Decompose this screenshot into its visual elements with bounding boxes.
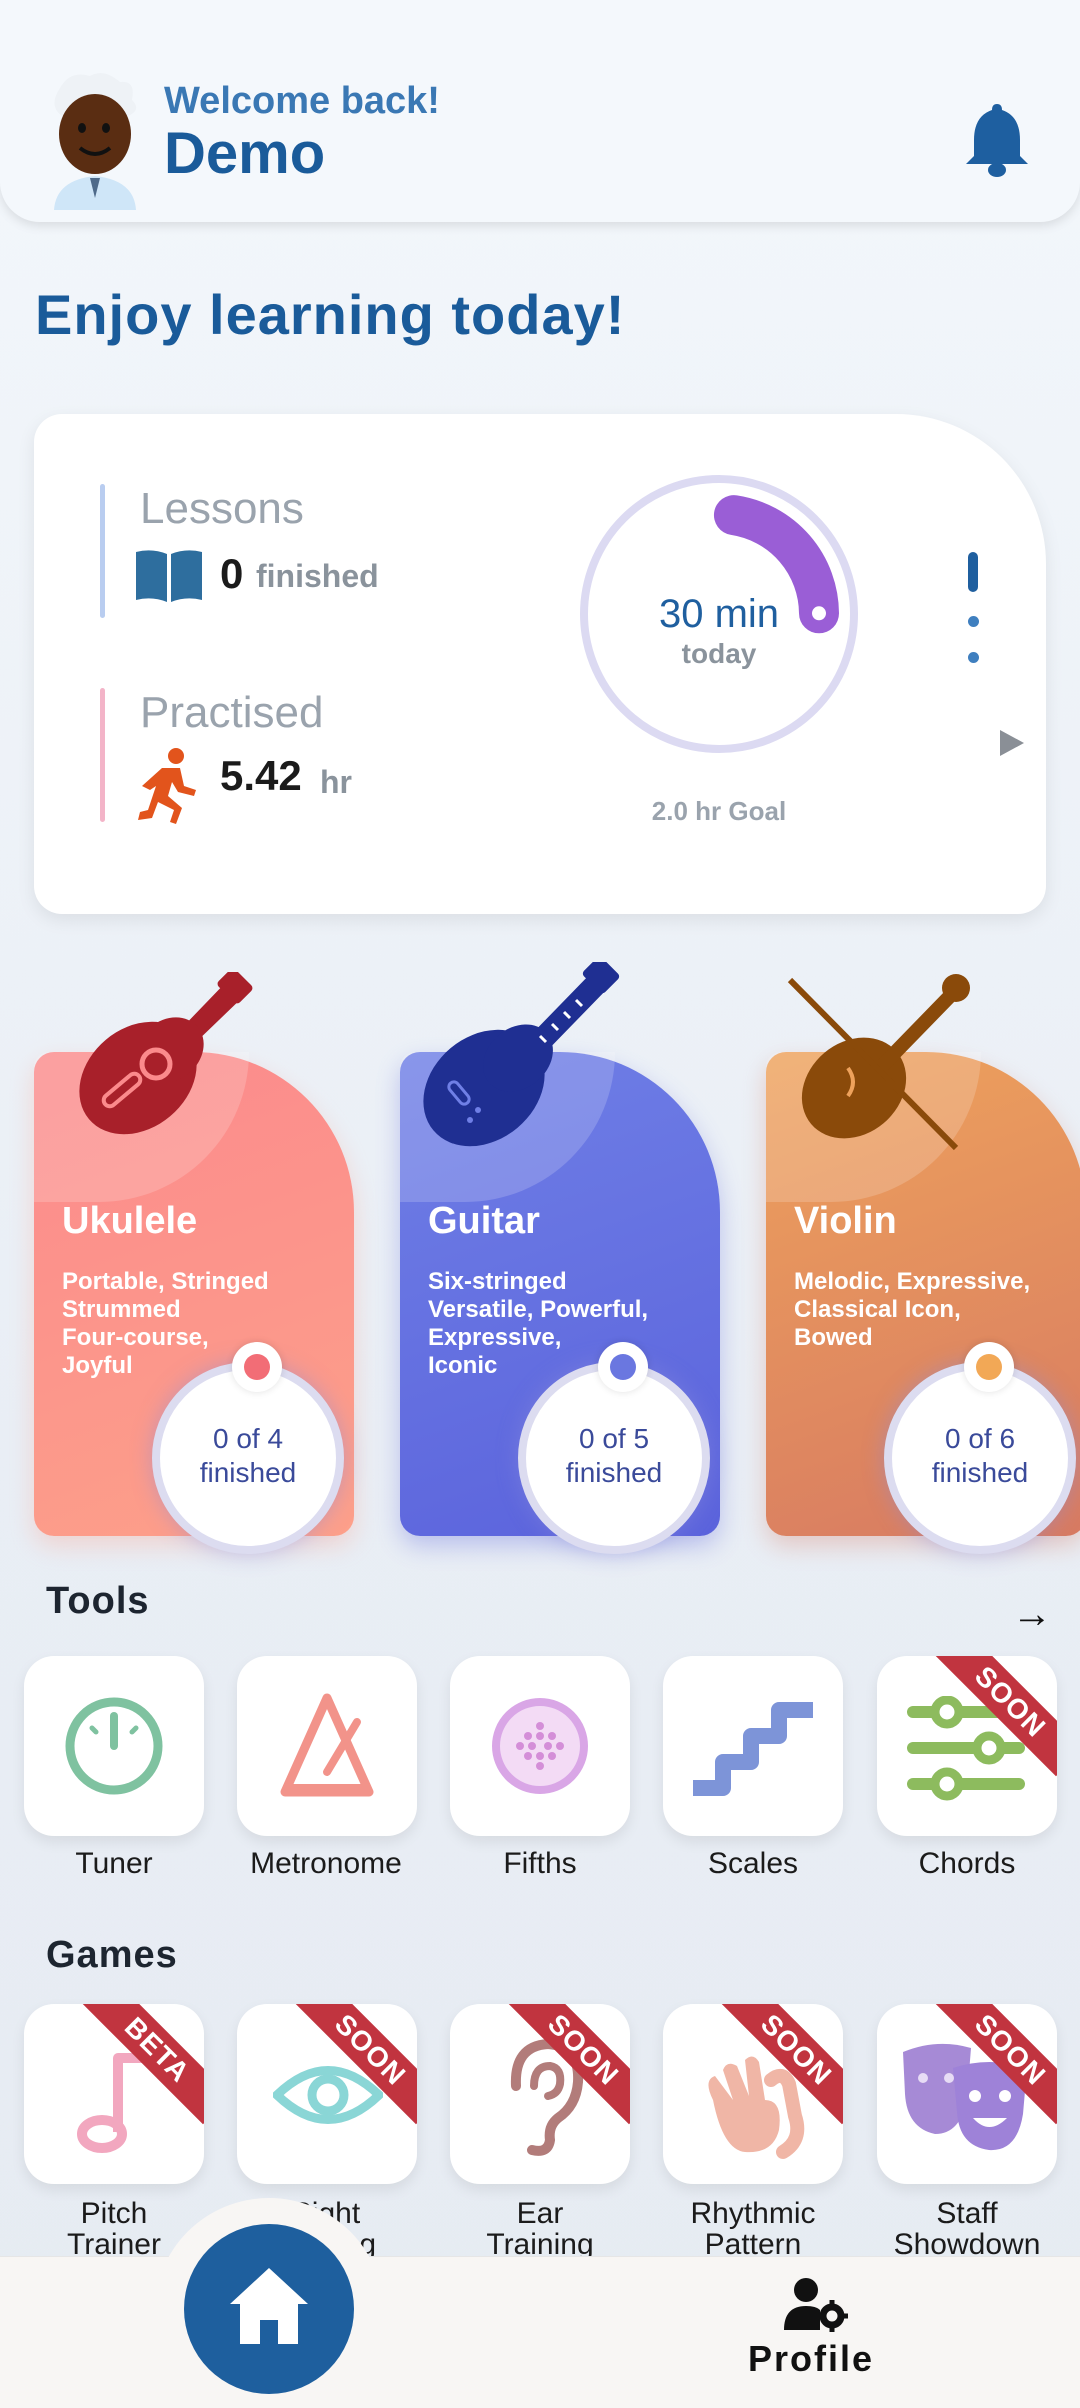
instrument-description: Melodic, Expressive, Classical Icon, Bow… — [794, 1268, 1031, 1351]
ukulele-icon — [79, 972, 253, 1135]
instrument-name: Guitar — [428, 1200, 540, 1242]
fifths-icon — [492, 1698, 588, 1794]
game-tile-staff-showdown[interactable]: SOON — [877, 2004, 1057, 2184]
running-icon — [138, 748, 196, 824]
progress-summary-card: Lessons 0 finished Practised 5.42 hr 30 … — [34, 414, 1046, 914]
lessons-title: Lessons — [140, 484, 304, 533]
game-label-ear-training: Ear Training — [486, 2197, 594, 2261]
tool-label-chords: Chords — [918, 1847, 1016, 1880]
lessons-unit: finished — [256, 558, 379, 594]
game-tile-sight-singing[interactable]: SOON — [237, 2004, 417, 2184]
practised-value: 5.42 — [220, 752, 302, 799]
instrument-name: Ukulele — [62, 1200, 198, 1242]
progress-marker — [232, 1342, 282, 1392]
ring-subtitle: today — [681, 638, 757, 669]
home-button[interactable] — [184, 2224, 354, 2394]
game-label-rhythmic-pattern: Rhythmic Pattern — [690, 2197, 816, 2261]
progress-marker — [598, 1342, 648, 1392]
avatar[interactable] — [40, 70, 150, 210]
user-name: Demo — [164, 121, 326, 186]
bell-icon[interactable] — [962, 100, 1032, 178]
welcome-text: Welcome back! — [164, 80, 440, 122]
metronome-icon — [280, 1693, 374, 1797]
tool-tile-tuner[interactable] — [24, 1656, 204, 1836]
progress-text: 0 of 5 finished — [565, 1423, 663, 1488]
game-tile-rhythmic-pattern[interactable]: SOON — [663, 2004, 843, 2184]
nav-profile-label[interactable]: Profile — [748, 2338, 874, 2380]
game-tile-ear-training[interactable]: SOON — [450, 2004, 630, 2184]
header-bar: Welcome back! Demo — [0, 0, 1080, 222]
ring-minutes: 30 min — [658, 592, 780, 636]
tool-label-scales: Scales — [707, 1847, 799, 1880]
tool-tile-chords[interactable]: SOON — [877, 1656, 1057, 1836]
progress-marker — [964, 1342, 1014, 1392]
practised-unit: hr — [320, 764, 352, 800]
tool-tile-fifths[interactable] — [450, 1656, 630, 1836]
lessons-accent-bar — [100, 484, 105, 618]
tools-see-all-arrow[interactable]: → — [1012, 1592, 1052, 1637]
goal-text: 2.0 hr Goal — [651, 796, 787, 826]
user-settings-icon[interactable] — [782, 2276, 848, 2332]
instrument-card-violin[interactable]: Violin Melodic, Expressive, Classical Ic… — [766, 974, 1080, 1554]
practised-title: Practised — [140, 688, 324, 737]
game-label-staff-showdown: Staff Showdown — [893, 2197, 1041, 2261]
page-title: Enjoy learning today! — [35, 283, 626, 346]
tuner-icon — [65, 1697, 163, 1795]
tool-tile-scales[interactable] — [663, 1656, 843, 1836]
instrument-description: Portable, Stringed Strummed Four-course,… — [62, 1268, 269, 1379]
practised-accent-bar — [100, 688, 105, 822]
tool-label-tuner: Tuner — [75, 1847, 153, 1880]
instrument-card-ukulele[interactable]: Ukulele Portable, Stringed Strummed Four… — [34, 972, 354, 1554]
instrument-description: Six-stringed Versatile, Powerful, Expres… — [428, 1268, 649, 1379]
game-tile-pitch-trainer[interactable]: BETA — [24, 2004, 204, 2184]
lessons-value: 0 — [220, 550, 244, 597]
book-icon — [136, 550, 202, 602]
instrument-name: Violin — [794, 1200, 897, 1242]
tool-tile-metronome[interactable] — [237, 1656, 417, 1836]
pager-indicator-active[interactable] — [968, 552, 978, 592]
instrument-card-guitar[interactable]: Guitar Six-stringed Versatile, Powerful,… — [400, 962, 720, 1554]
pager-dot[interactable] — [968, 652, 979, 663]
tool-label-metronome: Metronome — [250, 1847, 402, 1880]
violin-icon — [787, 974, 970, 1151]
games-heading: Games — [46, 1934, 178, 1976]
play-icon[interactable] — [996, 726, 1026, 760]
home-icon — [230, 2268, 308, 2344]
pager-dot[interactable] — [968, 616, 979, 627]
guitar-icon — [423, 962, 620, 1147]
tool-label-fifths: Fifths — [503, 1847, 577, 1880]
progress-text: 0 of 6 finished — [931, 1423, 1029, 1488]
progress-text: 0 of 4 finished — [199, 1423, 297, 1488]
tools-heading: Tools — [46, 1580, 150, 1622]
scales-icon — [693, 1702, 813, 1796]
